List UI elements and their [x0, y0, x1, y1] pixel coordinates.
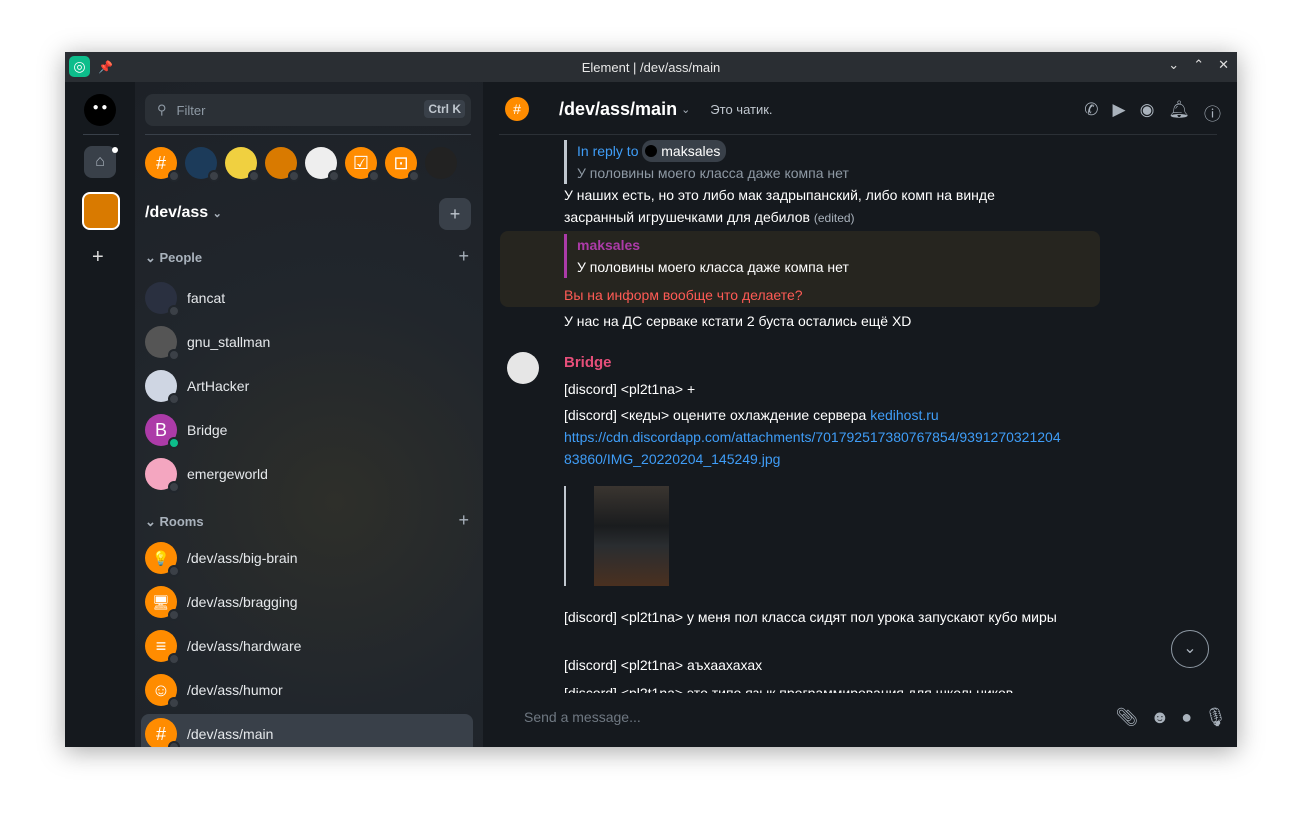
window-title: Element | /dev/ass/main — [581, 59, 721, 75]
people-item[interactable]: ArtHacker — [141, 366, 473, 406]
maximize-button[interactable]: ⌃ — [1193, 57, 1204, 73]
app-window: ◎ 📌 Element | /dev/ass/main ⌄ ⌃ ✕ ● ● ⌂ + ⚲… — [65, 52, 1237, 747]
add-people-button[interactable]: + — [458, 246, 469, 267]
room-item[interactable]: 🖥/dev/ass/bragging — [141, 582, 473, 622]
recent-room[interactable] — [185, 147, 220, 182]
link[interactable]: kedihost.ru — [870, 407, 938, 423]
quoted-message[interactable]: maksales У половины моего класса даже ком… — [564, 234, 849, 278]
recent-room[interactable]: ⊡ — [385, 147, 420, 182]
microphone-icon[interactable]: 🎙︎ — [1204, 707, 1227, 728]
message: [discord] <pl2t1na> аъхаахахах — [564, 657, 763, 673]
room-avatar[interactable]: # — [505, 97, 529, 121]
recent-room[interactable]: # — [145, 147, 180, 182]
room-view: # /dev/ass/main ⌄ Это чатик. ✆ ▶ ◉ 🔔︎ ⓘ In re… — [483, 82, 1237, 747]
element-logo-icon: ◎ — [69, 56, 90, 77]
space-add-button[interactable]: + — [439, 198, 471, 230]
message: У нас на ДС серваке кстати 2 буста остал… — [564, 313, 912, 329]
recent-rooms: # ☑ ⊡ — [145, 147, 457, 182]
timeline: In reply to maksales У половины моего кла… — [483, 136, 1237, 693]
create-space-button[interactable]: + — [92, 246, 104, 269]
people-section-header[interactable]: ⌄ People — [145, 250, 202, 266]
voice-call-icon[interactable]: ✆ — [1084, 100, 1098, 125]
message: [discord] <pl2t1na> + — [564, 381, 696, 397]
room-title[interactable]: /dev/ass/main — [559, 99, 677, 120]
image-thumbnail[interactable] — [594, 486, 669, 586]
user-avatar[interactable]: ● ● — [84, 94, 116, 126]
message: У наших есть, но это либо мак задрыпанск… — [564, 187, 995, 225]
message: [discord] <pl2t1na> у меня пол класса си… — [564, 609, 1057, 625]
reply-preview[interactable]: In reply to maksales У половины моего кла… — [564, 140, 849, 184]
rooms-section-header[interactable]: ⌄ Rooms — [145, 514, 204, 530]
add-room-button[interactable]: + — [458, 510, 469, 531]
recent-room[interactable] — [425, 147, 457, 179]
sender-avatar[interactable] — [507, 352, 539, 384]
message: [discord] <кеды> оцените охлаждение серв… — [564, 407, 1061, 467]
people-item[interactable]: fancat — [141, 278, 473, 318]
message: Вы на информ вообще что делаете? — [564, 287, 803, 303]
video-call-icon[interactable]: ▶ — [1112, 100, 1125, 125]
message-input[interactable]: Send a message... — [524, 709, 641, 725]
threads-icon[interactable]: ◉ — [1140, 100, 1155, 125]
room-item[interactable]: 💡/dev/ass/big-brain — [141, 538, 473, 578]
room-item[interactable]: ≡/dev/ass/hardware — [141, 626, 473, 666]
close-button[interactable]: ✕ — [1218, 57, 1229, 73]
attachment-icon[interactable]: 📎︎ — [1115, 707, 1138, 728]
title-bar: ◎ 📌 Element | /dev/ass/main ⌄ ⌃ ✕ — [65, 52, 1237, 82]
search-icon: ⚲ — [157, 102, 167, 117]
recent-room[interactable] — [265, 147, 300, 182]
space-dev-ass[interactable] — [82, 192, 120, 230]
room-topic[interactable]: Это чатик. — [710, 102, 772, 117]
recent-room[interactable] — [305, 147, 340, 182]
people-item[interactable]: emergeworld — [141, 454, 473, 494]
room-info-icon[interactable]: ⓘ — [1204, 100, 1221, 125]
space-name[interactable]: /dev/ass ⌄ — [145, 204, 222, 222]
pin-icon[interactable]: 📌 — [98, 60, 113, 74]
minimize-button[interactable]: ⌄ — [1168, 57, 1179, 73]
recent-room[interactable] — [225, 147, 260, 182]
room-item[interactable]: ☺/dev/ass/humor — [141, 670, 473, 710]
people-item[interactable]: B Bridge — [141, 410, 473, 450]
message: [discord] <pl2t1na> это типо язык програ… — [564, 685, 1014, 693]
jump-to-bottom-button[interactable]: ⌄ — [1171, 630, 1209, 668]
sticker-icon[interactable]: ● — [1181, 707, 1192, 728]
people-item[interactable]: gnu_stallman — [141, 322, 473, 362]
space-rail: ● ● ⌂ + — [65, 82, 135, 747]
room-header: # /dev/ass/main ⌄ Это чатик. ✆ ▶ ◉ 🔔︎ ⓘ — [483, 82, 1237, 136]
room-list-panel: ⚲ Filter Ctrl K # ☑ ⊡ /dev/ass ⌄ + ⌄ Peopl… — [135, 82, 483, 747]
composer: Send a message... 📎︎ ☻ ● 🎙︎ — [483, 693, 1237, 747]
room-item-selected[interactable]: #/dev/ass/main — [141, 714, 473, 747]
recent-room[interactable]: ☑ — [345, 147, 380, 182]
sender-name[interactable]: Bridge — [564, 352, 612, 374]
emoji-icon[interactable]: ☻ — [1150, 707, 1169, 728]
notifications-icon[interactable]: 🔔︎ — [1168, 100, 1190, 125]
attachment-link[interactable]: https://cdn.discordapp.com/attachments/7… — [564, 429, 1061, 467]
shortcut-hint: Ctrl K — [424, 100, 465, 118]
filter-input[interactable]: ⚲ Filter Ctrl K — [145, 94, 471, 126]
